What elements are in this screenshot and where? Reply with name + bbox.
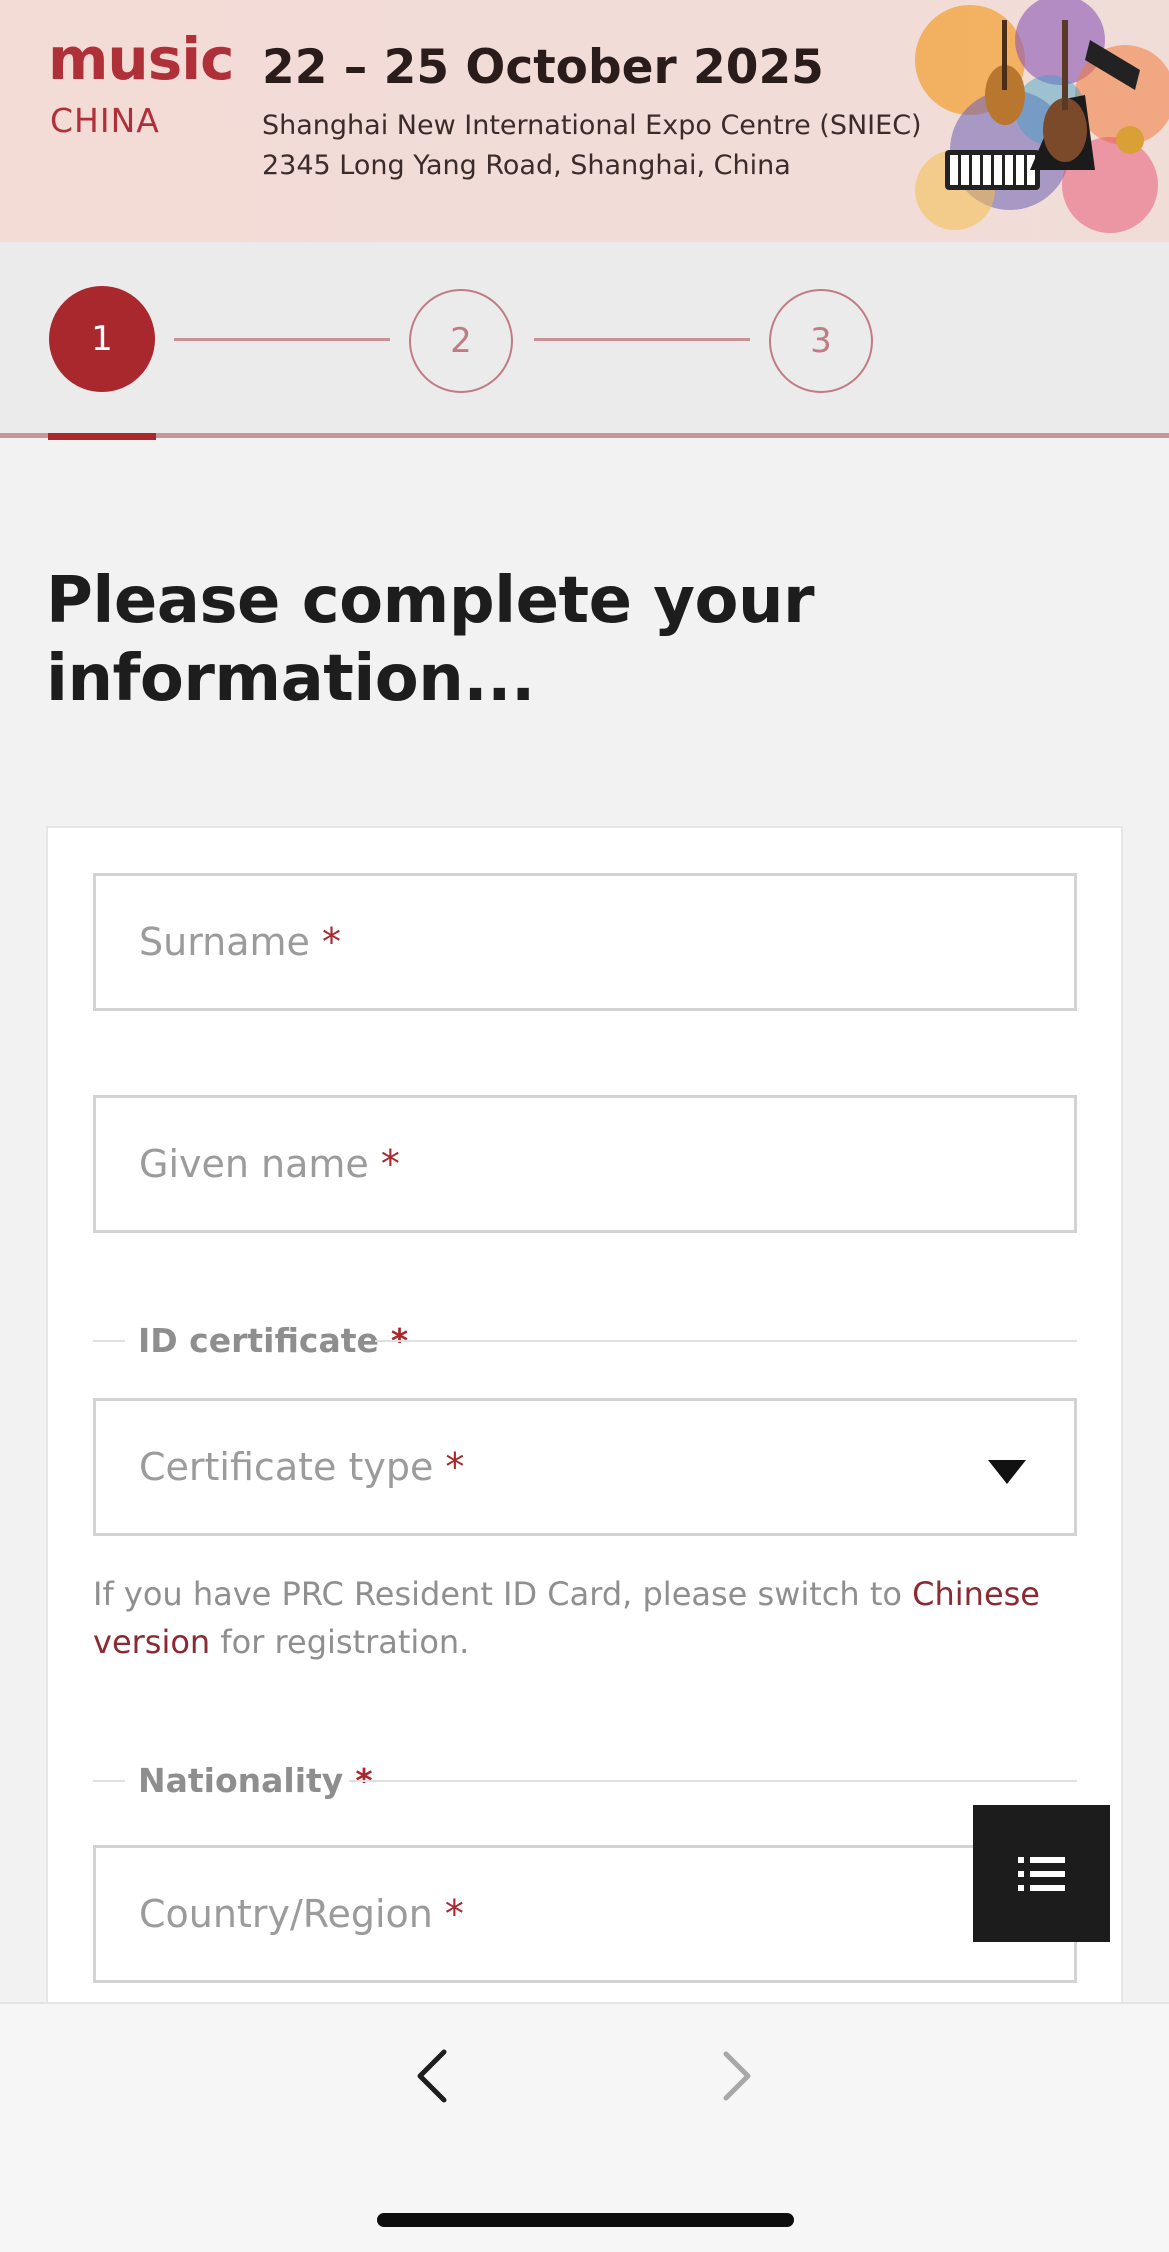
event-banner: music CHINA 22 – 25 October 2025 Shangha… xyxy=(0,0,1169,242)
event-venue: Shanghai New International Expo Centre (… xyxy=(262,110,922,141)
required-marker: * xyxy=(444,1892,464,1936)
dropdown-caret-icon xyxy=(988,1460,1026,1484)
page-title: Please complete your information... xyxy=(46,562,846,718)
step-3-indicator: 3 xyxy=(769,289,873,393)
certificate-type-placeholder: Certificate type * xyxy=(139,1445,465,1489)
home-indicator[interactable] xyxy=(377,2213,794,2227)
nationality-section-label: Nationality * xyxy=(93,1760,1077,1800)
country-region-select[interactable]: Country/Region * xyxy=(93,1845,1077,1983)
surname-placeholder: Surname * xyxy=(139,920,341,964)
floating-menu-button[interactable] xyxy=(973,1805,1110,1942)
event-date: 22 – 25 October 2025 xyxy=(262,40,824,95)
step-2-indicator: 2 xyxy=(409,289,513,393)
given-name-input[interactable]: Given name * xyxy=(93,1095,1077,1233)
given-name-placeholder: Given name * xyxy=(139,1142,400,1186)
required-marker: * xyxy=(380,1142,400,1186)
id-certificate-section-label: ID certificate * xyxy=(93,1320,1077,1360)
required-marker: * xyxy=(321,920,341,964)
required-marker: * xyxy=(445,1445,465,1489)
progress-stepper: 1 2 3 xyxy=(0,242,1169,436)
chevron-right-icon[interactable] xyxy=(706,2046,766,2106)
surname-input[interactable]: Surname * xyxy=(93,873,1077,1011)
step-connector xyxy=(534,338,750,341)
country-region-placeholder: Country/Region * xyxy=(139,1892,464,1936)
chinese-version-hint: If you have PRC Resident ID Card, please… xyxy=(93,1575,1040,1661)
list-menu-icon xyxy=(1018,1857,1065,1891)
page-title-line-1: Please complete your xyxy=(46,564,815,638)
page-title-line-2: information... xyxy=(46,642,535,716)
certificate-type-select[interactable]: Certificate type * xyxy=(93,1398,1077,1536)
chevron-left-icon[interactable] xyxy=(404,2046,464,2106)
logo-music-text: music xyxy=(48,25,235,93)
musical-instruments-illustration xyxy=(915,0,1169,233)
logo-china-text: CHINA xyxy=(50,101,160,140)
step-1-indicator: 1 xyxy=(49,286,155,392)
step-connector xyxy=(174,338,390,341)
progress-track-active xyxy=(48,433,156,440)
event-address: 2345 Long Yang Road, Shanghai, China xyxy=(262,150,791,181)
progress-track xyxy=(0,433,1169,438)
